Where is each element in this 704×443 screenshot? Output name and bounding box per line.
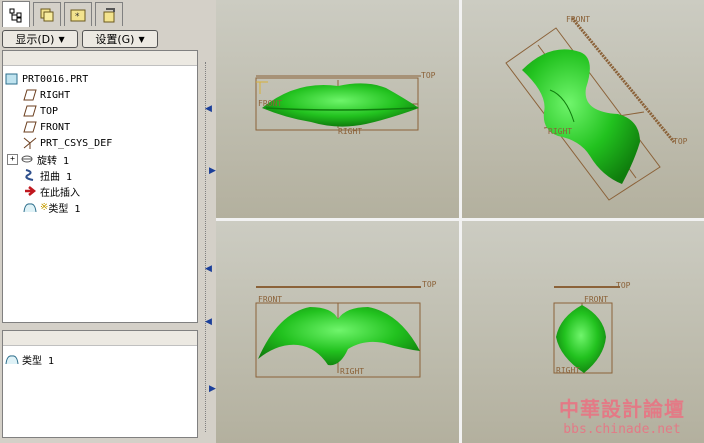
tree-item-top[interactable]: TOP [23,103,58,119]
front-view-graphic: TOP FRONT RIGHT [255,71,436,136]
detail-panel: 类型 1 [2,330,198,438]
model-tree: PRT0016.PRT RIGHT TOP FRONT PRT_CSYS_DEF… [2,50,198,323]
tree-item-part[interactable]: PRT0016.PRT [5,71,88,87]
csys-icon [23,137,37,149]
chevron-left-icon[interactable]: ◀ [205,318,213,327]
tree-item-insert-here[interactable]: 在此插入 [23,183,80,199]
tree-item-label: PRT_CSYS_DEF [40,137,113,149]
datum-plane-icon [23,105,37,117]
splitter-grip[interactable] [205,62,208,432]
tree-item-front[interactable]: FRONT [23,119,70,135]
watermark-title: 中華設計論壇 [559,397,685,421]
front-label: FRONT [566,15,590,24]
top-view-graphic: TOP FRONT RIGHT [255,280,437,378]
style-feature-icon [23,203,37,213]
front-label: FRONT [258,99,282,108]
viewport-front[interactable]: TOP FRONT RIGHT [216,0,459,218]
tree-item-label: RIGHT [40,89,71,101]
show-button[interactable]: 显示(D) ▼ [2,30,78,48]
right-label: RIGHT [556,366,580,375]
viewport-divider-horizontal [216,218,704,221]
svg-text:*: * [75,12,80,22]
tools-icon [103,7,115,22]
chevron-left-icon[interactable]: ◀ [205,105,213,114]
favorites-folder-icon: * [70,9,86,22]
tree-item-label: TOP [40,105,59,117]
tree-item-label: FRONT [40,121,71,133]
part-icon [5,73,18,85]
detail-item-label: 类型 1 [22,355,55,367]
tab-favorites[interactable]: * [64,2,92,26]
tree-item-csys[interactable]: PRT_CSYS_DEF [23,135,112,151]
tree-item-label: 旋转 1 [37,155,70,167]
revolve-icon [21,155,33,163]
expand-icon[interactable]: + [7,153,18,165]
mark-icon: ※ [40,201,49,213]
front-label: FRONT [258,295,282,304]
tree-item-label: 在此插入 [40,187,80,199]
tree-item-label: 类型 1 [48,203,81,215]
front-label: FRONT [584,295,608,304]
tree-item-warp[interactable]: 扭曲 1 [23,167,72,183]
top-label: TOP [673,137,688,146]
tab-tools[interactable] [95,2,123,26]
right-label: RIGHT [340,367,364,376]
forum-watermark: 中華設計論壇 bbs.chinade.net [542,393,702,439]
isometric-view-graphic: FRONT RIGHT TOP [505,15,688,201]
show-button-label: 显示(D) [15,33,55,46]
style-feature-icon [5,355,19,365]
tab-layers[interactable] [33,2,61,26]
settings-button[interactable]: 设置(G) ▼ [82,30,158,48]
right-label: RIGHT [338,127,362,136]
watermark-url: bbs.chinade.net [563,422,681,437]
top-label: TOP [422,280,437,289]
tree-item-label: PRT0016.PRT [22,73,89,85]
settings-button-label: 设置(G) [95,33,135,46]
tree-item-style[interactable]: ※ 类型 1 [23,199,80,215]
panel-splitter[interactable]: ◀ ▶ ◀ ◀ ▶ [204,0,216,443]
chevron-down-icon: ▼ [58,34,65,44]
top-label: TOP [421,71,436,80]
right-label: RIGHT [548,127,572,136]
detail-item-style[interactable]: 类型 1 [5,351,54,367]
viewport-divider-vertical [459,0,462,443]
layers-icon [40,8,54,21]
detail-header [3,331,197,346]
tab-model-tree[interactable] [2,1,30,27]
graphics-window[interactable]: TOP FRONT RIGHT FRONT RIGHT TOP TOP FRON… [216,0,704,443]
model-tree-icon [9,8,22,22]
datum-plane-icon [23,121,37,133]
tree-header [3,51,197,66]
chevron-left-icon[interactable]: ◀ [205,265,213,274]
tree-item-revolve[interactable]: + 旋转 1 [7,151,69,167]
viewport-top[interactable]: TOP FRONT RIGHT [216,221,459,443]
viewport-default[interactable]: FRONT RIGHT TOP [462,0,704,218]
datum-plane-icon [23,89,37,101]
chevron-down-icon: ▼ [138,34,145,44]
tree-item-right[interactable]: RIGHT [23,87,70,103]
warp-icon [25,169,34,181]
tree-item-label: 扭曲 1 [40,171,73,183]
top-label: TOP [616,281,631,290]
model-tree-panel: * 显示(D) ▼ 设置(G) ▼ PRT0016.PRT RIGHT TOP [0,0,204,443]
insert-arrow-icon [25,186,37,196]
